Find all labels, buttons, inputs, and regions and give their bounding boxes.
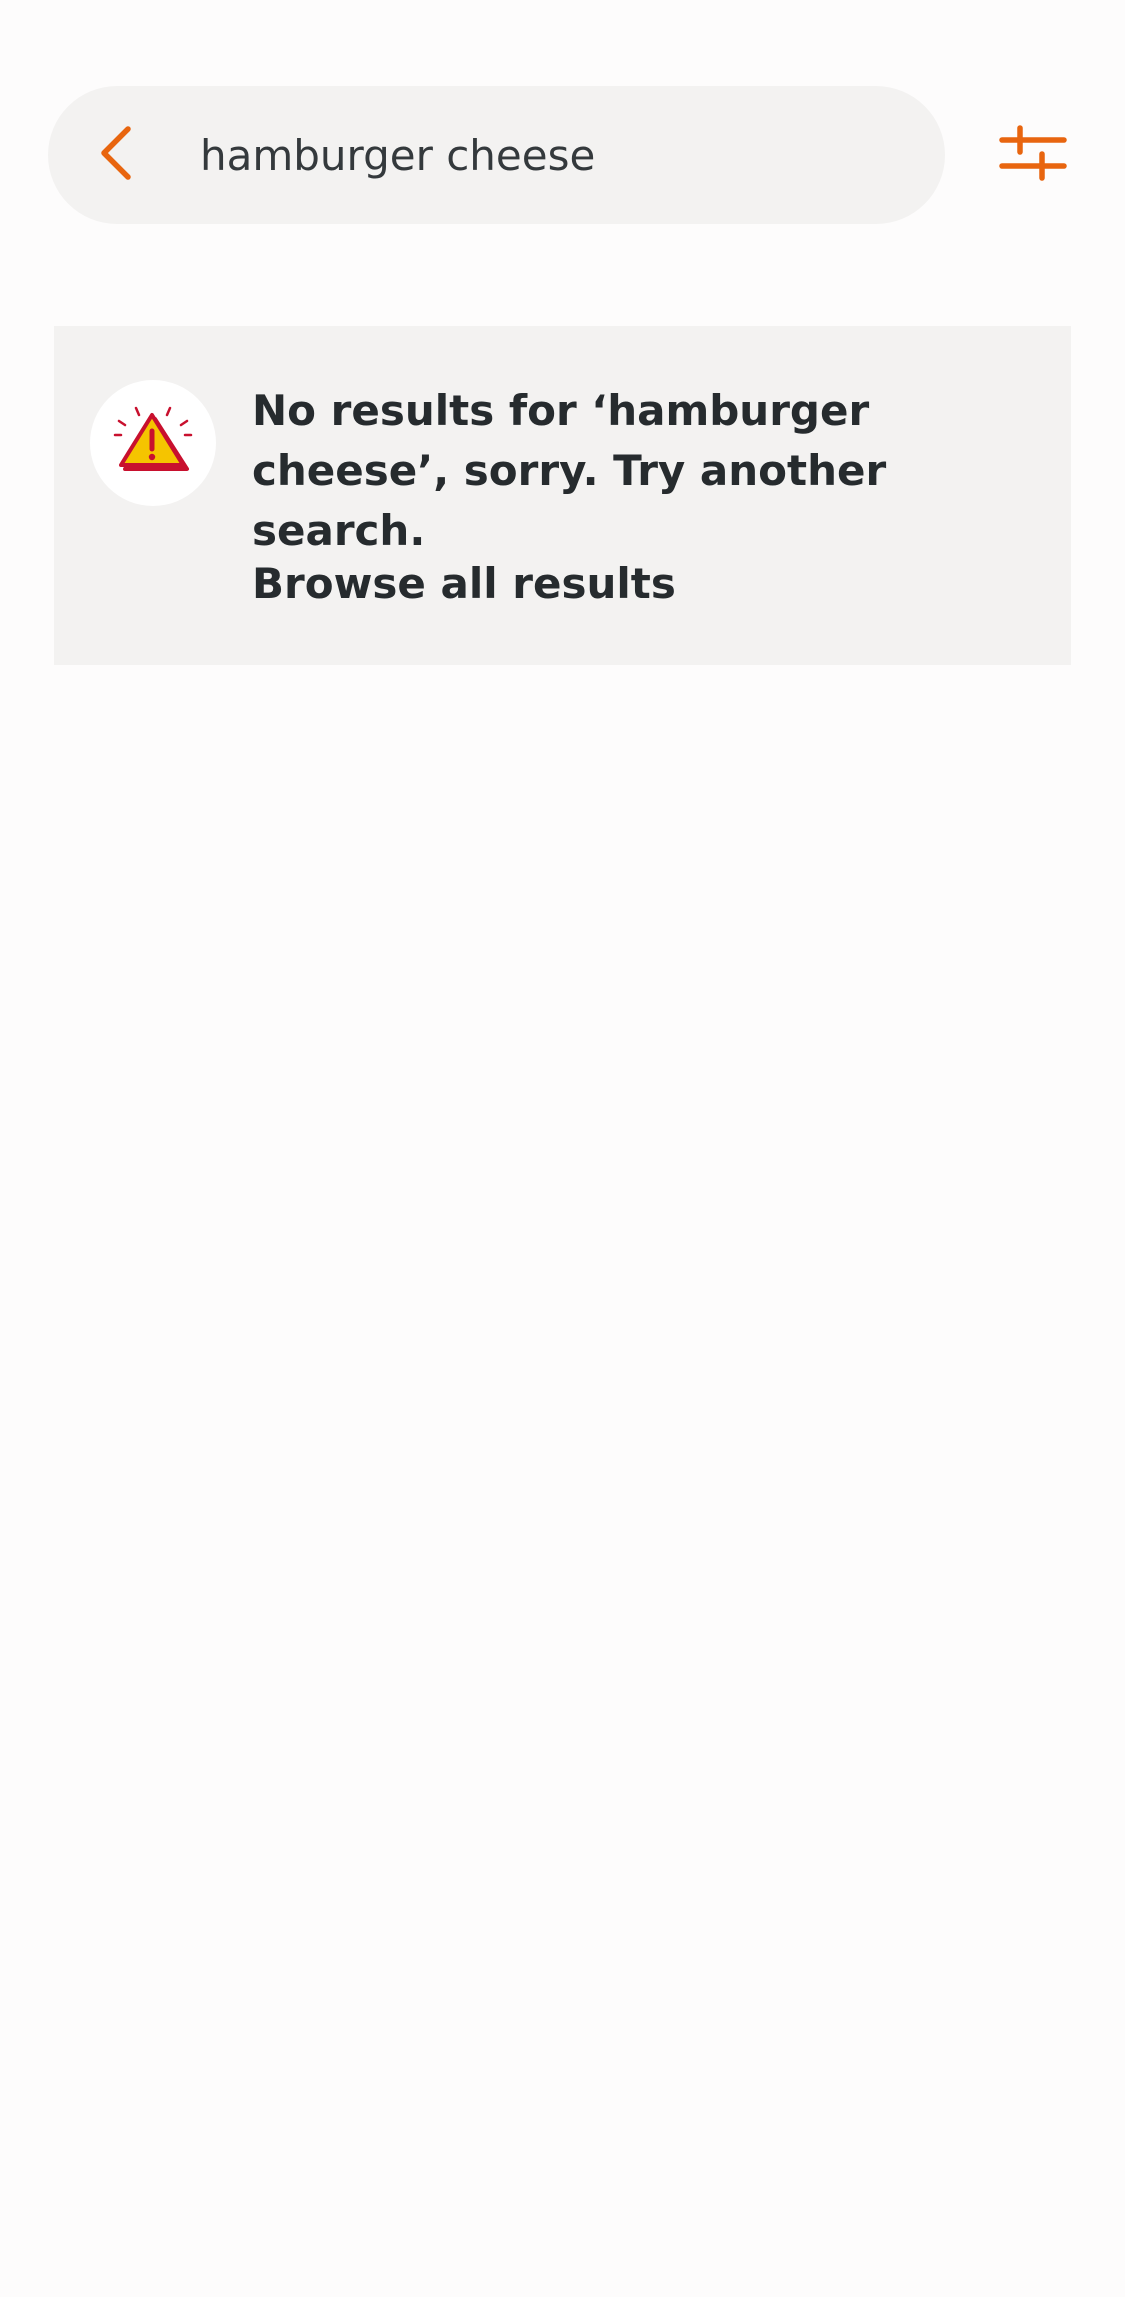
filter-button[interactable] bbox=[996, 120, 1070, 190]
browse-all-results-link[interactable]: Browse all results bbox=[252, 554, 676, 614]
search-input[interactable] bbox=[200, 120, 900, 190]
search-bar bbox=[48, 86, 945, 224]
no-results-notice: No results for ‘hamburger cheese’, sorry… bbox=[54, 326, 1071, 665]
no-results-message: No results for ‘hamburger cheese’, sorry… bbox=[252, 386, 887, 555]
chevron-left-icon bbox=[96, 123, 136, 187]
back-button[interactable] bbox=[82, 121, 150, 189]
sliders-icon bbox=[998, 123, 1068, 187]
warning-triangle-icon bbox=[111, 403, 195, 483]
notice-icon-badge bbox=[90, 380, 216, 506]
